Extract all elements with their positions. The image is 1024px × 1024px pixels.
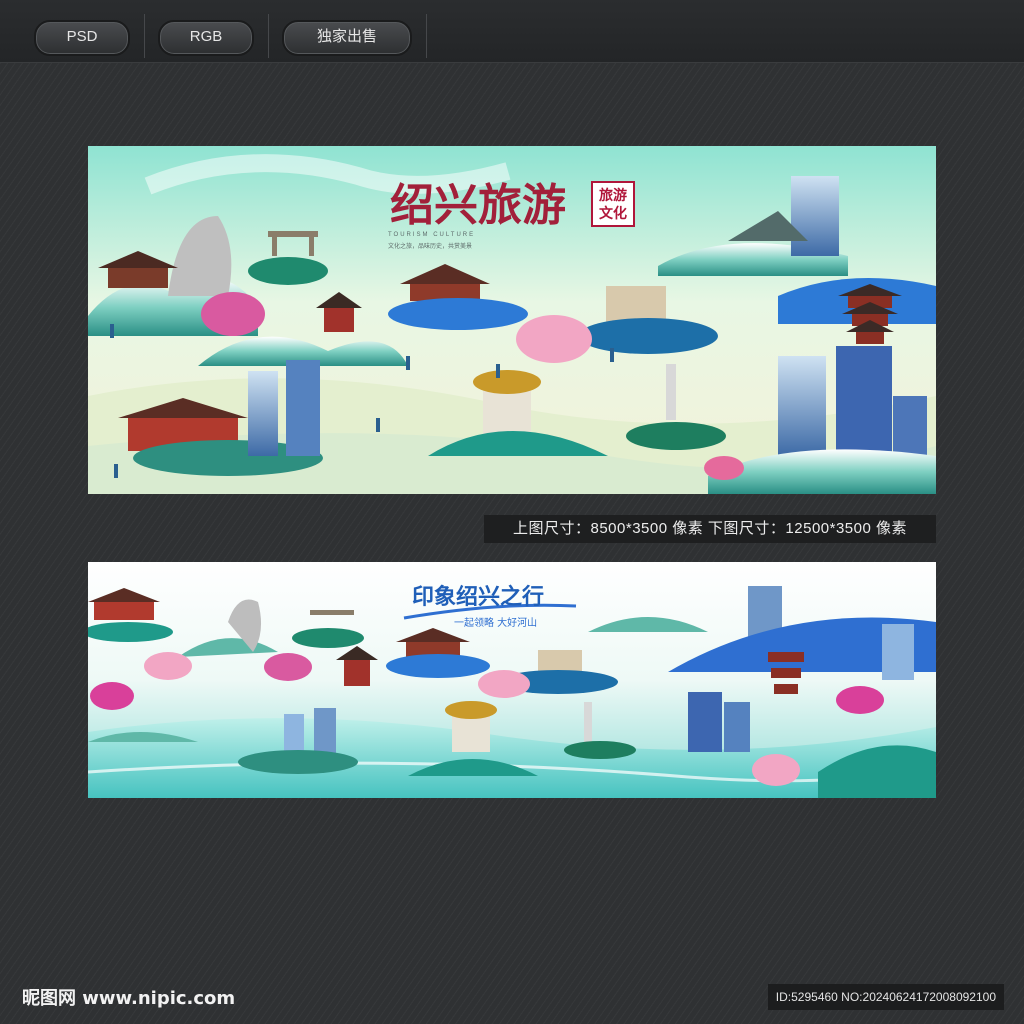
top-toolbar: PSD RGB 独家出售 — [0, 0, 1024, 63]
banner-bottom-subtitle: 一起领略 大好河山 — [454, 616, 537, 629]
banner-top-title: 绍兴旅游 — [390, 180, 566, 231]
toolbar-divider — [144, 14, 145, 58]
size-caption: 上图尺寸：8500*3500 像素 下图尺寸：12500*3500 像素 — [484, 515, 936, 543]
toolbar-divider — [426, 14, 427, 58]
banner-top-subtitle-en: TOURISM CULTURE — [388, 232, 475, 238]
tag-rgb[interactable]: RGB — [158, 20, 254, 56]
site-watermark: 昵图网 www.nipic.com — [22, 988, 236, 1009]
banner-top-illustration: 绍兴旅游 旅游 文化 TOURISM CULTURE 文化之旅，品味历史，共赏美… — [88, 146, 936, 494]
seal-line-1: 旅游 — [599, 187, 627, 204]
tag-psd[interactable]: PSD — [34, 20, 130, 56]
tag-exclusive[interactable]: 独家出售 — [282, 20, 412, 56]
banner-bottom-impression-shaoxing: 印象绍兴之行 一起领略 大好河山 — [88, 562, 936, 798]
banner-bottom-title: 印象绍兴之行 — [412, 584, 544, 610]
toolbar-divider — [268, 14, 269, 58]
banner-bottom-illustration: 印象绍兴之行 一起领略 大好河山 — [88, 562, 936, 798]
banner-top-slogan: 文化之旅，品味历史，共赏美景 — [388, 242, 472, 250]
image-id-label: ID:5295460 NO:20240624172008092100 — [767, 984, 1004, 1010]
seal-line-2: 文化 — [599, 205, 627, 222]
banner-top-shaoxing-tourism: 绍兴旅游 旅游 文化 TOURISM CULTURE 文化之旅，品味历史，共赏美… — [88, 146, 936, 494]
